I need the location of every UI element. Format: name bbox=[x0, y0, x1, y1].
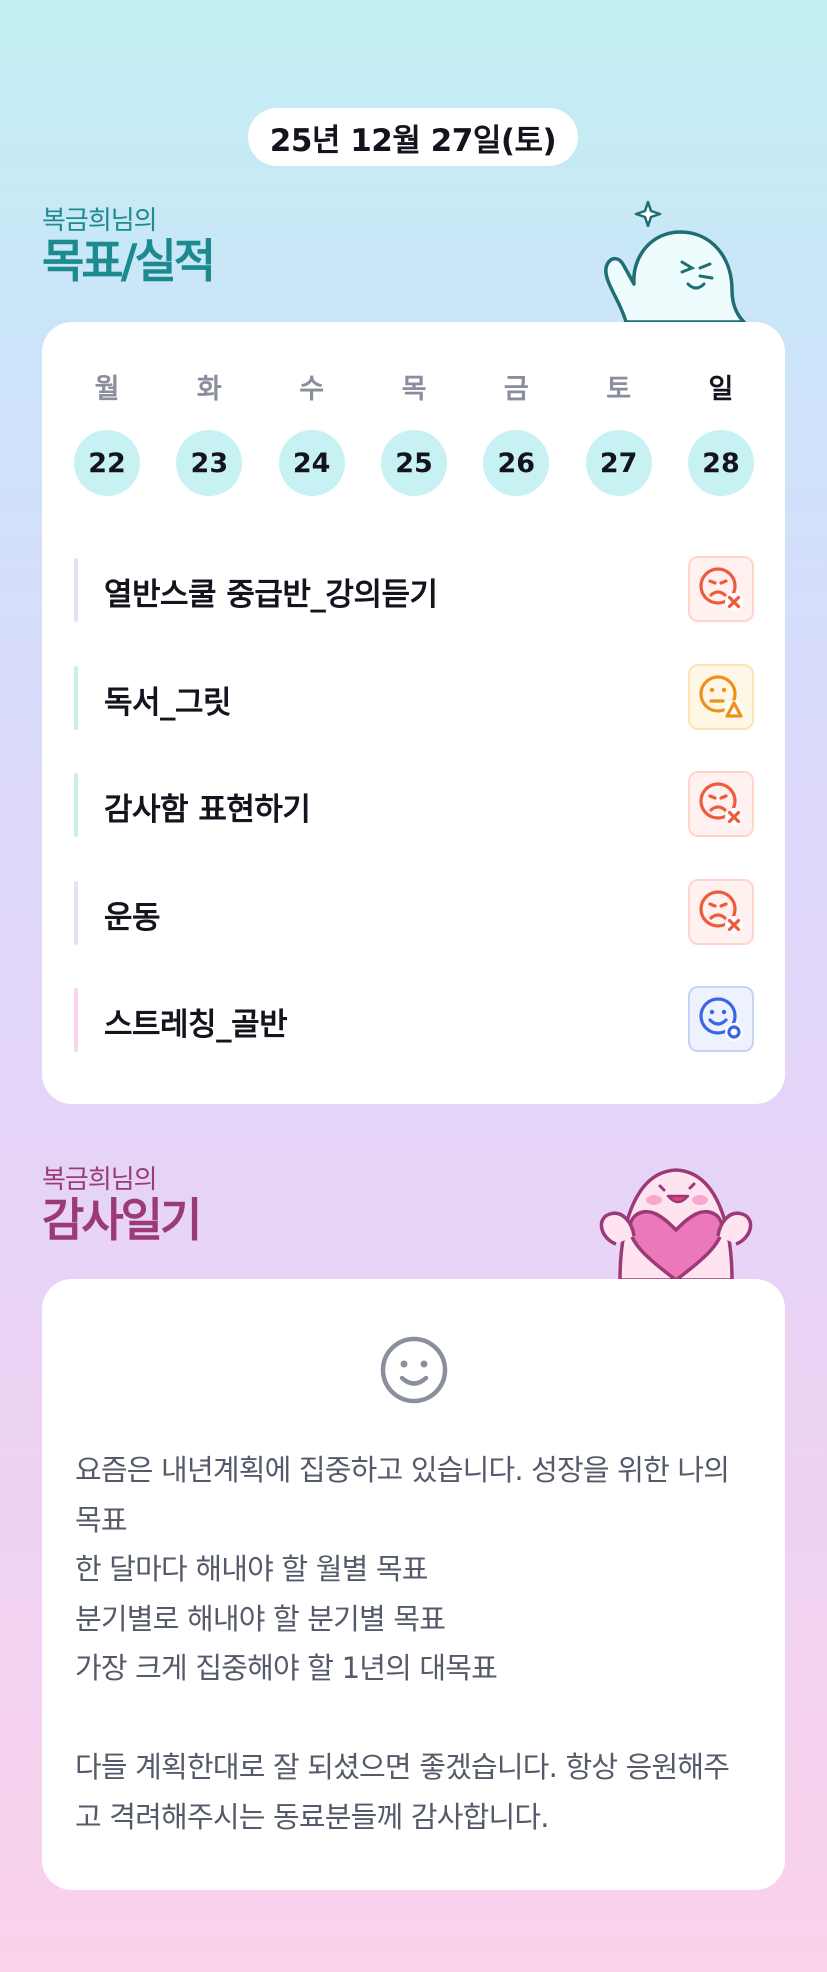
day-thursday[interactable]: 목 25 bbox=[380, 370, 447, 496]
gratitude-section-heading: 복금희님의 감사일기 bbox=[42, 1165, 202, 1247]
day-number: 23 bbox=[176, 430, 243, 496]
day-name: 수 bbox=[299, 374, 325, 405]
day-number: 27 bbox=[585, 430, 652, 496]
goal-label: 열반스쿨 중급반_강의듣기 bbox=[104, 577, 438, 614]
goals-section-title: 목표/실적 bbox=[42, 234, 216, 288]
goal-row[interactable]: 열반스쿨 중급반_강의듣기 bbox=[74, 538, 754, 646]
journal-text: 요즘은 내년계획에 집중하고 있습니다. 성장을 위한 나의 목표 한 달마다 … bbox=[75, 1453, 730, 1834]
goal-color-bar bbox=[74, 558, 78, 622]
goals-section-heading: 복금희님의 목표/실적 bbox=[42, 206, 216, 288]
day-name: 금 bbox=[503, 374, 529, 405]
goal-list: 열반스쿨 중급반_강의듣기 독서_그릿 감사함 표현하기 운동 스트레칭_골반 bbox=[74, 538, 754, 1076]
day-name: 일 bbox=[708, 374, 734, 405]
smiley-icon bbox=[380, 1336, 448, 1404]
heart-character-icon bbox=[599, 1168, 753, 1280]
week-strip: 월 22 화 23 수 24 목 25 금 26 토 27 일 28 bbox=[74, 370, 754, 496]
gratitude-card: 요즘은 내년계획에 집중하고 있습니다. 성장을 위한 나의 목표 한 달마다 … bbox=[42, 1279, 785, 1890]
sad-face-x-icon bbox=[699, 782, 743, 826]
goal-label: 감사함 표현하기 bbox=[104, 792, 311, 829]
goal-row[interactable]: 운동 bbox=[74, 861, 754, 969]
goal-row[interactable]: 독서_그릿 bbox=[74, 646, 754, 754]
date-pill[interactable]: 25년 12월 27일(토) bbox=[248, 108, 578, 166]
day-sunday[interactable]: 일 28 bbox=[687, 370, 754, 496]
day-number: 26 bbox=[483, 430, 550, 496]
goal-label: 스트레칭_골반 bbox=[104, 1007, 288, 1044]
goals-card: 월 22 화 23 수 24 목 25 금 26 토 27 일 28 열반스쿨 … bbox=[42, 322, 785, 1104]
goal-status-badge[interactable] bbox=[688, 556, 754, 622]
day-wednesday[interactable]: 수 24 bbox=[278, 370, 345, 496]
sad-face-x-icon bbox=[699, 889, 743, 934]
day-monday[interactable]: 월 22 bbox=[74, 370, 140, 496]
goal-row[interactable]: 스트레칭_골반 bbox=[74, 968, 754, 1076]
gratitude-owner-label: 복금희님의 bbox=[42, 1165, 158, 1195]
goal-status-badge[interactable] bbox=[688, 771, 754, 837]
goal-status-badge[interactable] bbox=[688, 878, 754, 945]
day-friday[interactable]: 금 26 bbox=[483, 370, 550, 496]
smile-face-circle-icon bbox=[699, 997, 743, 1041]
day-name: 화 bbox=[196, 374, 222, 405]
day-name: 월 bbox=[94, 374, 120, 405]
day-number: 22 bbox=[74, 430, 140, 496]
goal-color-bar bbox=[74, 665, 78, 730]
face-triangle-icon bbox=[699, 674, 744, 719]
day-name: 토 bbox=[606, 374, 632, 405]
sad-face-x-icon bbox=[699, 567, 743, 611]
goals-owner-label: 복금희님의 bbox=[42, 206, 158, 236]
goal-row[interactable]: 감사함 표현하기 bbox=[74, 753, 754, 861]
goal-status-badge[interactable] bbox=[688, 986, 754, 1052]
gratitude-section-title: 감사일기 bbox=[42, 1193, 202, 1247]
goal-status-badge[interactable] bbox=[688, 663, 754, 730]
day-number: 25 bbox=[380, 430, 447, 496]
day-saturday[interactable]: 토 27 bbox=[585, 370, 652, 496]
goal-color-bar bbox=[74, 773, 78, 837]
goal-color-bar bbox=[74, 988, 78, 1052]
goal-color-bar bbox=[74, 880, 78, 945]
goal-label: 운동 bbox=[104, 899, 161, 936]
day-tuesday[interactable]: 화 23 bbox=[176, 370, 243, 496]
goal-label: 독서_그릿 bbox=[104, 684, 232, 721]
ghost-character-icon bbox=[604, 200, 746, 322]
day-number: 24 bbox=[278, 430, 345, 496]
page: { "header": { "date": "25년 12월 27일(토)" }… bbox=[0, 0, 827, 1972]
day-name: 목 bbox=[401, 374, 427, 405]
day-number: 28 bbox=[687, 430, 754, 496]
